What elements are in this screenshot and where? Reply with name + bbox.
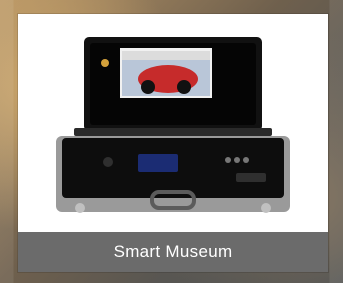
briefcase-display-image [56, 37, 290, 213]
logo-badge-icon [101, 59, 109, 67]
product-caption: Smart Museum [18, 232, 328, 272]
control-panel-icon [138, 154, 178, 172]
product-card[interactable]: Smart Museum [18, 14, 328, 272]
